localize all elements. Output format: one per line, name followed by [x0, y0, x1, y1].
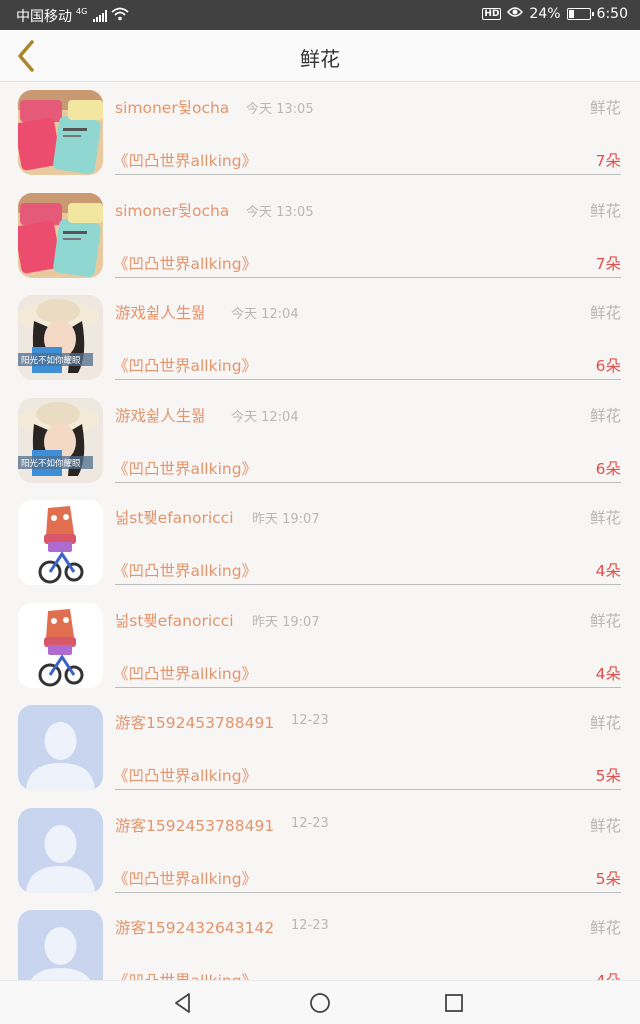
signal-icon [93, 10, 108, 22]
system-recent-button[interactable] [439, 989, 469, 1017]
wifi-icon [111, 7, 129, 25]
divider [115, 891, 621, 893]
list-item[interactable]: simoner뒻ocha 今天 13:05 鲜花《凹凸世界allking》 7朵 [0, 185, 640, 288]
divider [115, 686, 621, 688]
send-time: 12-23 [291, 713, 329, 728]
divider [115, 276, 621, 278]
top-nav: 鲜花 [0, 30, 640, 82]
gift-count: 7朵 [595, 152, 621, 170]
hd-icon: HD [482, 8, 502, 20]
sender-name: 游客1592453788491 [115, 816, 275, 835]
send-time: 昨天 19:07 [252, 614, 320, 630]
system-back-button[interactable] [168, 989, 198, 1017]
list-item[interactable]: 游客1592453788491 12-23 鲜花《凹凸世界allking》 5朵 [0, 800, 640, 903]
send-time: 今天 12:04 [231, 409, 299, 425]
gift-count: 6朵 [595, 459, 621, 478]
sender-name: 游客1592432643142 [115, 919, 275, 937]
room-name[interactable]: 《凹凸世界allking》 [113, 252, 257, 274]
page-title: 鲜花 [300, 47, 340, 71]
divider [115, 174, 621, 175]
sender-name: 游戏쉹人生뭚 [115, 304, 206, 322]
list-item[interactable]: 阳光不如你耀眼 游戏쉹人生뭚 今天 12:04 鲜花《凹凸世界allking》 6朵 [0, 287, 640, 390]
avatar[interactable]: 阳光不如你耀眼 [18, 397, 103, 483]
network-type: 4G [76, 6, 88, 16]
system-nav-bar [0, 980, 640, 1024]
avatar[interactable]: 阳光不如你耀眼 [18, 295, 103, 380]
room-name[interactable]: 《凹凸世界allking》 [113, 457, 257, 479]
list-item[interactable]: simoner뒻ocha 今天 13:05 鲜花《凹凸世界allking》 7朵 [0, 82, 640, 185]
gift-type: 鲜花 [589, 304, 621, 322]
list-item[interactable]: 넒st퐺efanoricci 昨天 19:07 鲜花《凹凸世界allking》 4朵 [0, 492, 640, 595]
battery-icon [566, 8, 594, 20]
eye-icon [507, 6, 524, 22]
battery-percent: 24% [529, 6, 561, 22]
gift-type: 鲜花 [589, 919, 621, 937]
gift-count: 4朵 [595, 664, 621, 683]
carrier-label: 中国移动 [16, 9, 72, 25]
gift-count: 4朵 [595, 562, 621, 580]
gift-count: 7朵 [595, 254, 621, 273]
divider [115, 379, 621, 380]
sender-name: simoner뒻ocha [115, 99, 230, 117]
triangle-back-icon [175, 993, 190, 1013]
room-name[interactable]: 《凹凸世界allking》 [113, 867, 257, 889]
room-name[interactable]: 《凹凸世界allking》 [113, 764, 257, 786]
gift-type: 鲜花 [589, 714, 621, 732]
list-item[interactable]: 游客1592432643142 12-23 鲜花《凹凸世界allking》 4朵 [0, 902, 640, 980]
avatar[interactable] [18, 500, 103, 585]
gift-type: 鲜花 [589, 816, 621, 835]
avatar[interactable] [18, 705, 103, 790]
gift-type: 鲜花 [589, 509, 621, 527]
circle-home-icon [310, 993, 330, 1013]
room-name[interactable]: 《凹凸世界allking》 [113, 354, 257, 376]
divider [115, 584, 621, 585]
sender-name: 游客1592453788491 [115, 714, 275, 732]
divider [115, 481, 621, 483]
sender-name: 넒st퐺efanoricci [115, 611, 234, 630]
avatar[interactable] [18, 910, 103, 980]
send-time: 12-23 [291, 815, 329, 831]
send-time: 12-23 [291, 918, 329, 933]
avatar[interactable] [18, 602, 103, 688]
room-name[interactable]: 《凹凸世界allking》 [113, 969, 257, 980]
gift-count: 5朵 [595, 869, 621, 888]
sender-name: simoner뒻ocha [115, 201, 230, 220]
room-name[interactable]: 《凹凸世界allking》 [113, 662, 257, 684]
room-name[interactable]: 《凹凸世界allking》 [113, 149, 257, 171]
avatar-caption: 阳光不如你耀眼 [21, 355, 81, 366]
send-time: 昨天 19:07 [252, 512, 320, 527]
avatar[interactable] [18, 192, 103, 278]
sender-name: 游戏쉹人生뭚 [115, 406, 206, 425]
gift-record-list[interactable]: simoner뒻ocha 今天 13:05 鲜花 《凹凸世界allking》 7朵 sim… [0, 82, 640, 980]
status-bar: 中国移动 4G HD 24% 6:50 [0, 0, 640, 30]
battery-level [568, 10, 574, 18]
status-right: HD 24% 6:50 [482, 6, 628, 22]
list-item[interactable]: 넒st퐺efanoricci 昨天 19:07 鲜花《凹凸世界allking》 4朵 [0, 595, 640, 698]
status-left: 中国移动 4G [16, 6, 129, 26]
gift-count: 4朵 [596, 969, 621, 980]
send-time: 今天 13:05 [246, 204, 314, 220]
gift-type: 鲜花 [589, 201, 621, 220]
gift-type: 鲜花 [589, 611, 621, 630]
send-time: 今天 12:04 [231, 307, 299, 322]
list-item[interactable]: 阳光不如你耀眼 游戏쉹人生뭚 今天 12:04 鲜花《凹凸世界allking》 6朵 [0, 390, 640, 493]
sender-name: 넒st퐺efanoricci [115, 509, 234, 527]
gift-type: 鲜花 [589, 99, 621, 117]
list-item[interactable]: 游客1592453788491 12-23 鲜花《凹凸世界allking》 5朵 [0, 697, 640, 800]
gift-count: 5朵 [595, 767, 621, 785]
avatar[interactable] [18, 90, 103, 175]
system-home-button[interactable] [305, 989, 335, 1017]
clock: 6:50 [596, 6, 628, 22]
gift-type: 鲜花 [589, 406, 621, 425]
square-recent-icon [445, 994, 463, 1012]
send-time: 今天 13:05 [246, 102, 314, 117]
gift-count: 6朵 [595, 357, 621, 375]
room-name[interactable]: 《凹凸世界allking》 [113, 559, 257, 581]
avatar-caption: 阳光不如你耀眼 [21, 458, 81, 469]
divider [115, 789, 621, 790]
avatar[interactable] [18, 807, 103, 893]
